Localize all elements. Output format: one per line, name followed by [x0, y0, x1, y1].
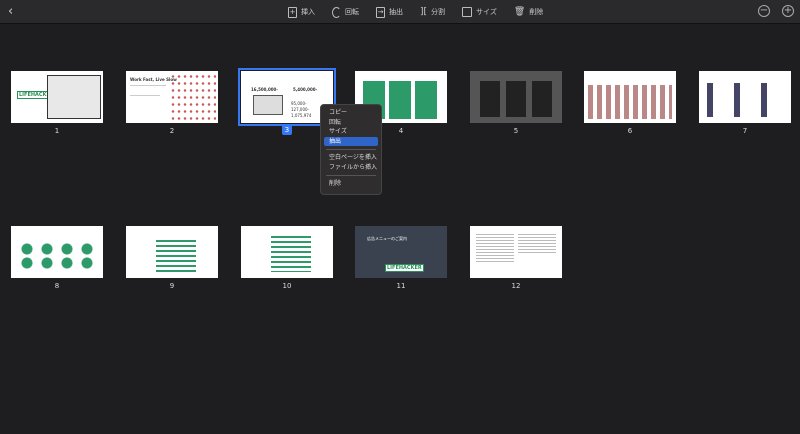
split-button[interactable]: ][分割 [420, 7, 445, 17]
menu-separator [326, 149, 376, 150]
extract-icon: → [376, 6, 385, 18]
delete-button[interactable]: 🗑 削除 [514, 7, 543, 17]
page-thumbnail-8[interactable] [11, 226, 103, 278]
page-thumbnail-7[interactable] [699, 71, 791, 123]
illustration [47, 75, 101, 119]
menu-item-extract[interactable]: 抽出 [324, 136, 378, 146]
menu-item-copy[interactable]: コピー [324, 108, 378, 118]
page-thumbnail-11[interactable]: 広告メニューのご案内 LIFEHACKER [355, 226, 447, 278]
page-number-6: 6 [627, 127, 633, 135]
toolbar: ‹ + 挿入 回転 → 抽出 ][分割 サイズ 🗑 削除 − + [0, 0, 800, 24]
page-number-1: 1 [54, 127, 60, 135]
page-number-2: 2 [169, 127, 175, 135]
page-thumbnail-9[interactable] [126, 226, 218, 278]
crowd-illustration [170, 73, 216, 121]
insert-icon: + [288, 6, 297, 18]
back-button[interactable]: ‹ [8, 4, 13, 19]
page-thumbnail-5[interactable] [470, 71, 562, 123]
extract-button[interactable]: → 抽出 [376, 6, 403, 18]
rotate-button[interactable]: 回転 [332, 6, 359, 18]
page-number-9: 9 [169, 282, 175, 290]
page-thumbnail-10[interactable] [241, 226, 333, 278]
context-menu: コピー 回転 サイズ 抽出 空白ページを挿入 ファイルから挿入 削除 [320, 104, 382, 195]
size-button[interactable]: サイズ [462, 7, 497, 17]
split-icon: ][ [420, 7, 428, 17]
trash-icon: 🗑 [513, 7, 526, 17]
menu-separator [326, 175, 376, 176]
page-number-12: 12 [511, 282, 521, 290]
page-thumbnail-1[interactable]: LIFEHACKER [11, 71, 103, 123]
zoom-out-button[interactable]: − [758, 5, 770, 17]
page-number-8: 8 [54, 282, 60, 290]
page-thumbnail-6[interactable] [584, 71, 676, 123]
menu-item-size[interactable]: サイズ [324, 127, 378, 137]
size-icon [462, 7, 473, 17]
menu-item-insert-blank-page[interactable]: 空白ページを挿入 [324, 153, 378, 163]
zoom-in-button[interactable]: + [782, 5, 794, 17]
page-thumbnail-12[interactable] [470, 226, 562, 278]
page-thumbnail-2[interactable]: Work Fast, Live Slow [126, 71, 218, 123]
page-number-5: 5 [513, 127, 519, 135]
insert-button[interactable]: + 挿入 [288, 6, 315, 18]
menu-item-delete[interactable]: 削除 [324, 179, 378, 189]
menu-item-rotate[interactable]: 回転 [324, 118, 378, 128]
menu-item-insert-from-file[interactable]: ファイルから挿入 [324, 163, 378, 173]
page-number-10: 10 [282, 282, 292, 290]
page-number-11: 11 [396, 282, 406, 290]
page-number-7: 7 [742, 127, 748, 135]
rotate-icon [332, 6, 341, 18]
